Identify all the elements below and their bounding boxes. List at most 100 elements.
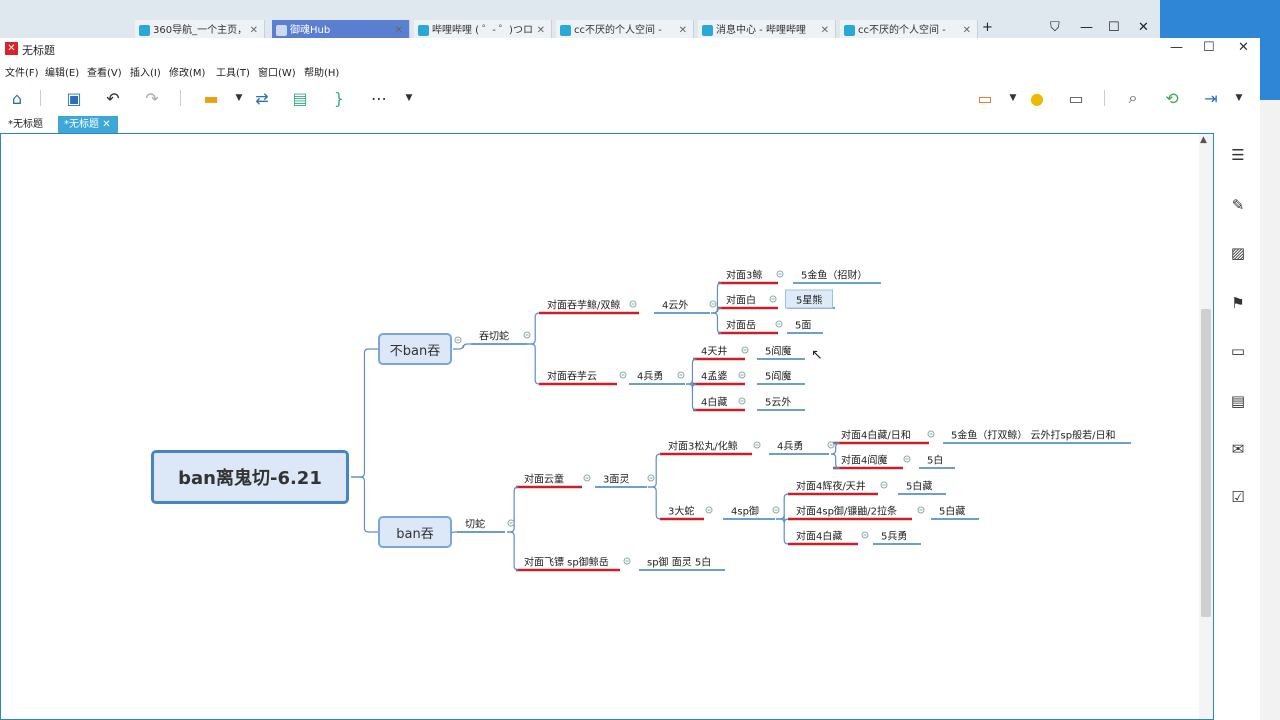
topic-n-4mengpo[interactable]: 4孟婆: [701, 368, 727, 383]
topic-n-5bingyong[interactable]: 5兵勇: [881, 528, 907, 543]
collapse-toggle-icon[interactable]: [769, 295, 777, 303]
chevron-up-icon[interactable]: ▲: [1200, 135, 1207, 145]
flag-icon[interactable]: ⚑: [1228, 293, 1248, 313]
topic-ban-tun[interactable]: ban吞: [378, 516, 452, 548]
collapse-toggle-icon[interactable]: [776, 270, 784, 278]
collapse-toggle-icon[interactable]: [619, 371, 627, 379]
new-tab-button[interactable]: +: [982, 20, 993, 35]
chevron-down-icon[interactable]: ▼: [228, 87, 250, 109]
export-icon[interactable]: ⇥: [1200, 87, 1222, 109]
collapse-toggle-icon[interactable]: [738, 397, 746, 405]
topic-n-spyu-ml[interactable]: sp御 面灵 5白: [647, 554, 711, 569]
collapse-toggle-icon[interactable]: [623, 557, 631, 565]
home-icon[interactable]: ⌂: [6, 87, 28, 109]
collapse-toggle-icon[interactable]: [709, 300, 717, 308]
topic-n-5baizang-b[interactable]: 5白藏: [939, 503, 965, 518]
topic-n-5baizang-a[interactable]: 5白藏: [906, 478, 932, 493]
close-icon[interactable]: ✕: [102, 119, 110, 130]
shirt-icon[interactable]: ⛉: [1050, 20, 1060, 35]
topic-n-d4baizang[interactable]: 对面4白藏: [796, 528, 842, 543]
search-icon[interactable]: ⌕: [1122, 87, 1144, 109]
topic-n-d4yanmo[interactable]: 对面4阎魔: [841, 452, 887, 467]
comment-icon[interactable]: ✉: [1228, 439, 1248, 459]
topic-n-4bingyong[interactable]: 4兵勇: [637, 368, 663, 383]
topic-n-d4huiye[interactable]: 对面4辉夜/天井: [796, 478, 866, 493]
topic-n-4baizang[interactable]: 4白藏: [701, 394, 727, 409]
summary-icon[interactable]: }: [328, 87, 350, 109]
topic-icon[interactable]: ▬: [200, 87, 222, 109]
topic-n-4tianjing[interactable]: 4天井: [701, 343, 727, 358]
close-button[interactable]: ✕: [1238, 40, 1249, 55]
collapse-toggle-icon[interactable]: [917, 506, 925, 514]
topic-n-4yunwai[interactable]: 4云外: [662, 297, 688, 312]
menu-edit[interactable]: 编辑(E): [45, 64, 79, 79]
collapse-toggle-icon[interactable]: [583, 474, 591, 482]
topic-n-tuntiesha[interactable]: 吞切蛇: [479, 328, 509, 343]
collapse-toggle-icon[interactable]: [880, 481, 888, 489]
topic-n-3jing[interactable]: 对面3鲸: [726, 267, 762, 282]
undo-icon[interactable]: ↶: [102, 87, 124, 109]
label-icon[interactable]: ▭: [1228, 341, 1248, 361]
menu-help[interactable]: 帮助(H): [304, 64, 339, 79]
presentation-icon[interactable]: ▭: [974, 87, 996, 109]
collapse-toggle-icon[interactable]: [454, 336, 462, 344]
share-icon[interactable]: ⟲: [1161, 87, 1183, 109]
relationship-icon[interactable]: ⇄: [251, 87, 273, 109]
menu-insert[interactable]: 插入(I): [130, 64, 161, 79]
outline-icon[interactable]: ☰: [1228, 145, 1248, 165]
collapse-toggle-icon[interactable]: [523, 331, 531, 339]
vertical-scrollbar[interactable]: ▲: [1199, 134, 1213, 719]
topic-n-3mianling[interactable]: 3面灵: [603, 471, 629, 486]
topic-n-4spyu[interactable]: 4sp御: [731, 503, 759, 518]
chevron-down-icon[interactable]: ▼: [1002, 87, 1024, 109]
image-icon[interactable]: ▨: [1228, 243, 1248, 263]
collapse-toggle-icon[interactable]: [507, 519, 515, 527]
lightbulb-icon[interactable]: ●: [1026, 87, 1048, 109]
collapse-toggle-icon[interactable]: [775, 320, 783, 328]
topic-n-5jinyu-zc[interactable]: 5金鱼（招财）: [801, 267, 867, 282]
topic-n-5yunwai[interactable]: 5云外: [765, 394, 791, 409]
collapse-toggle-icon[interactable]: [772, 506, 780, 514]
menu-view[interactable]: 查看(V): [87, 64, 122, 79]
collapse-toggle-icon[interactable]: [629, 300, 637, 308]
maximize-icon[interactable]: ☐: [1108, 20, 1120, 35]
collapse-toggle-icon[interactable]: [705, 506, 713, 514]
menu-window[interactable]: 窗口(W): [258, 64, 296, 79]
boundary-icon[interactable]: ▤: [289, 87, 311, 109]
collapse-toggle-icon[interactable]: [861, 531, 869, 539]
collapse-toggle-icon[interactable]: [903, 455, 911, 463]
collapse-toggle-icon[interactable]: [647, 474, 655, 482]
topic-n-d4spyu[interactable]: 对面4sp御/镰鼬/2拉条: [796, 503, 897, 518]
topic-n-songwan[interactable]: 对面3松丸/化鲸: [668, 438, 738, 453]
minimize-button[interactable]: —: [1170, 40, 1183, 55]
topic-n-3dashe[interactable]: 3大蛇: [668, 503, 694, 518]
topic-n-5jinyu-long[interactable]: 5金鱼（打双鲸） 云外打sp般若/日和: [951, 427, 1115, 442]
doc-tab[interactable]: *无标题: [2, 116, 49, 133]
collapse-toggle-icon[interactable]: [741, 346, 749, 354]
format-brush-icon[interactable]: ✎: [1228, 195, 1248, 215]
topic-n-5yanmo-b[interactable]: 5阎魔: [765, 368, 791, 383]
topic-n-duimianbai[interactable]: 对面白: [726, 292, 756, 307]
save-icon[interactable]: ▣: [63, 87, 85, 109]
close-icon[interactable]: ✕: [1138, 20, 1149, 35]
topic-no-ban-tun[interactable]: 不ban吞: [378, 333, 452, 365]
menu-file[interactable]: 文件(F): [5, 64, 39, 79]
topic-n-5xingxiong[interactable]: 5星熊: [785, 289, 834, 309]
topic-n-tunziyun[interactable]: 对面吞芋云: [547, 368, 597, 383]
topic-n-tunzijing[interactable]: 对面吞芋鲸/双鲸: [547, 297, 620, 312]
redo-icon[interactable]: ↷: [141, 87, 163, 109]
topic-n-duimianyue[interactable]: 对面岳: [726, 317, 756, 332]
topic-n-4bingyong-b[interactable]: 4兵勇: [777, 438, 803, 453]
minimize-icon[interactable]: —: [1080, 20, 1093, 35]
topic-n-feibiao[interactable]: 对面飞镖 sp御鲸岳: [524, 554, 609, 569]
doc-tab-active[interactable]: *无标题 ✕: [58, 116, 118, 133]
collapse-toggle-icon[interactable]: [927, 430, 935, 438]
collapse-toggle-icon[interactable]: [753, 441, 761, 449]
menu-tools[interactable]: 工具(T): [216, 64, 250, 79]
note-icon[interactable]: ▤: [1228, 391, 1248, 411]
topic-n-d4baizang-rihe[interactable]: 对面4白藏/日和: [841, 427, 911, 442]
chevron-down-icon[interactable]: ▼: [398, 87, 420, 109]
topic-n-qiesha[interactable]: 切蛇: [465, 516, 485, 531]
topic-n-5yanmo-a[interactable]: 5阎魔: [765, 343, 791, 358]
layout-icon[interactable]: ▭: [1065, 87, 1087, 109]
